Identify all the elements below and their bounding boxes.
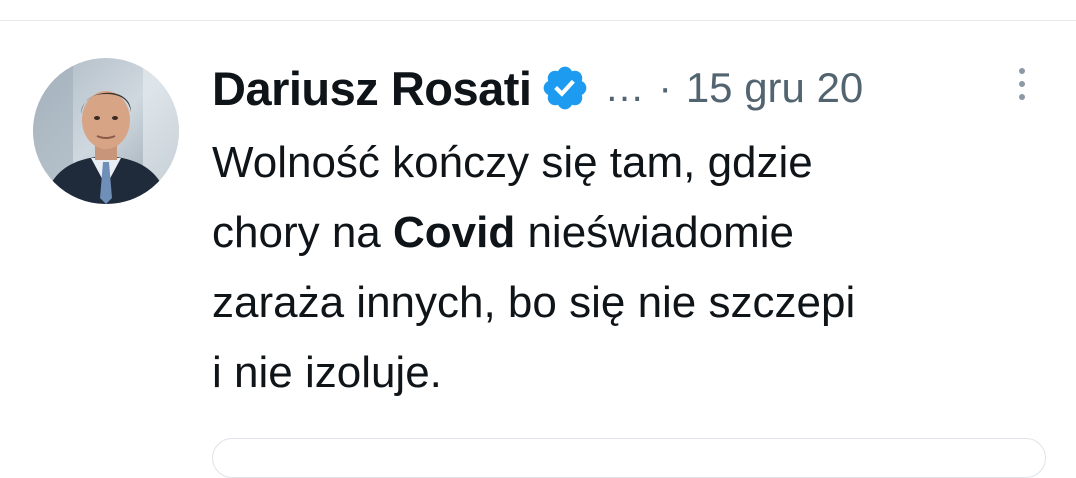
avatar-photo <box>33 58 179 204</box>
tweet-text: Wolność kończy się tam, gdzie chory na C… <box>212 128 1052 408</box>
tweet-text-line: i nie izoluje. <box>212 348 442 397</box>
header-separator: · <box>658 65 672 110</box>
quoted-card-edge[interactable] <box>212 438 1046 478</box>
tweet-text-segment: nieświadomie <box>515 208 795 257</box>
tweet-timestamp[interactable]: 15 gru 20 <box>686 64 863 112</box>
tweet-text-line: Wolność kończy się tam, gdzie <box>212 138 813 187</box>
tweet[interactable]: Dariusz Rosati … · 15 gru 20 Wolność koń… <box>0 0 1076 478</box>
more-vertical-icon[interactable] <box>1011 64 1033 104</box>
tweet-header: Dariusz Rosati … · 15 gru 20 <box>212 56 863 120</box>
tweet-text-segment: chory na <box>212 208 393 257</box>
tweet-text-bold: Covid <box>392 208 516 257</box>
verified-badge-icon <box>540 63 590 113</box>
tweet-text-line: zaraża innych, bo się nie szczepi <box>212 278 856 327</box>
name-truncation: … <box>604 65 645 110</box>
author-display-name[interactable]: Dariusz Rosati <box>212 61 532 116</box>
avatar[interactable] <box>33 58 179 204</box>
tweet-text-line: chory na Covid nieświadomie <box>212 198 1052 268</box>
